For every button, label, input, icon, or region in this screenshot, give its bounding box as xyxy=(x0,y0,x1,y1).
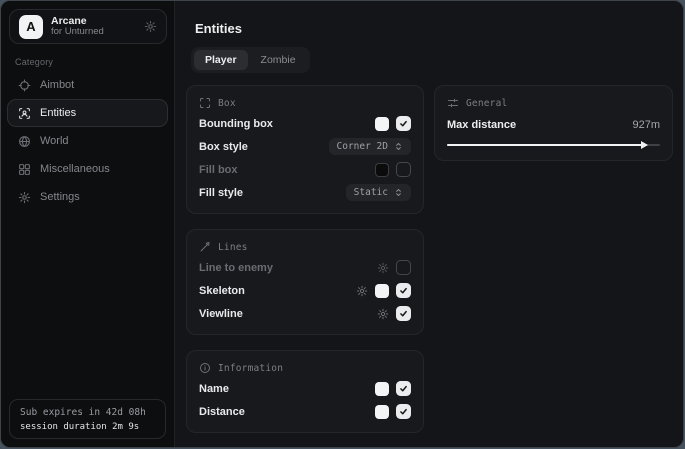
color-swatch[interactable] xyxy=(375,284,389,298)
sidebar-item-label: Settings xyxy=(40,191,80,203)
sidebar-item-settings[interactable]: Settings xyxy=(7,183,168,211)
category-label: Category xyxy=(15,57,53,67)
box-card-title: Box xyxy=(218,98,236,109)
entity-tabs: Player Zombie xyxy=(191,47,310,73)
max-distance-slider[interactable] xyxy=(447,139,660,151)
sidebar-item-label: Aimbot xyxy=(40,79,74,91)
max-distance-label: Max distance xyxy=(447,119,516,131)
row-label: Box style xyxy=(199,141,248,153)
skeleton-checkbox[interactable] xyxy=(396,283,411,298)
row-label: Skeleton xyxy=(199,285,245,297)
sidebar-item-aimbot[interactable]: Aimbot xyxy=(7,71,168,99)
right-column: General Max distance 927m xyxy=(434,85,673,161)
settings-gear-icon[interactable] xyxy=(144,20,157,33)
line-to-enemy-row: Line to enemy xyxy=(199,256,411,279)
sliders-icon xyxy=(447,97,459,109)
skeleton-row: Skeleton xyxy=(199,279,411,302)
row-label: Fill style xyxy=(199,187,243,199)
sub-expires-text: Sub expires in 42d 08h xyxy=(20,407,155,418)
session-duration-text: session duration 2m 9s xyxy=(20,422,155,432)
box-style-row: Box style Corner 2D xyxy=(199,135,411,158)
lines-card-title: Lines xyxy=(218,242,248,253)
fill-style-dropdown[interactable]: Static xyxy=(346,184,411,201)
box-card-header: Box xyxy=(199,94,411,112)
left-column: Box Bounding box Box style Cor xyxy=(186,85,424,433)
fill-box-checkbox[interactable] xyxy=(396,162,411,177)
sidebar-item-world[interactable]: World xyxy=(7,127,168,155)
viewline-row: Viewline xyxy=(199,302,411,325)
lines-card: Lines Line to enemy xyxy=(186,229,424,335)
row-label: Bounding box xyxy=(199,118,273,130)
app-tagline: for Unturned xyxy=(51,27,104,38)
bounding-box-checkbox[interactable] xyxy=(396,116,411,131)
information-card-header: Information xyxy=(199,359,411,377)
row-label: Name xyxy=(199,383,229,395)
tab-player[interactable]: Player xyxy=(194,50,248,70)
sidebar-item-entities[interactable]: Entities xyxy=(7,99,168,127)
box-style-dropdown[interactable]: Corner 2D xyxy=(329,138,411,155)
sidebar-nav: Aimbot Entities World xyxy=(7,71,168,211)
main-panel: Entities Player Zombie Box Bounding box xyxy=(175,1,683,447)
sidebar: A Arcane for Unturned Category A xyxy=(1,1,175,447)
color-swatch[interactable] xyxy=(375,117,389,131)
subscription-card: Sub expires in 42d 08h session duration … xyxy=(9,399,166,439)
app-window: A Arcane for Unturned Category A xyxy=(0,0,684,448)
globe-icon xyxy=(18,135,31,148)
row-label: Viewline xyxy=(199,308,243,320)
grid-icon xyxy=(18,163,31,176)
box-brackets-icon xyxy=(199,97,211,109)
app-logo: A xyxy=(19,15,43,39)
color-swatch[interactable] xyxy=(375,382,389,396)
color-swatch[interactable] xyxy=(375,163,389,177)
tab-zombie[interactable]: Zombie xyxy=(250,50,307,70)
color-swatch[interactable] xyxy=(375,405,389,419)
row-label: Fill box xyxy=(199,164,238,176)
page-title: Entities xyxy=(195,21,242,36)
row-settings-gear-icon[interactable] xyxy=(377,262,389,274)
general-card-header: General xyxy=(447,94,660,112)
line-to-enemy-checkbox[interactable] xyxy=(396,260,411,275)
dropdown-value: Corner 2D xyxy=(337,141,388,152)
crosshair-icon xyxy=(18,79,31,92)
fill-box-row: Fill box xyxy=(199,158,411,181)
info-icon xyxy=(199,362,211,374)
row-label: Line to enemy xyxy=(199,262,273,274)
brand-card: A Arcane for Unturned xyxy=(9,9,167,44)
slider-fill xyxy=(447,144,645,146)
bounding-box-row: Bounding box xyxy=(199,112,411,135)
name-row: Name xyxy=(199,377,411,400)
slider-thumb-icon[interactable] xyxy=(640,140,650,150)
sidebar-item-miscellaneous[interactable]: Miscellaneous xyxy=(7,155,168,183)
sidebar-item-label: Entities xyxy=(40,107,76,119)
row-settings-gear-icon[interactable] xyxy=(377,308,389,320)
fill-style-row: Fill style Static xyxy=(199,181,411,204)
viewline-checkbox[interactable] xyxy=(396,306,411,321)
information-card: Information Name Distance xyxy=(186,350,424,433)
brand-text: Arcane for Unturned xyxy=(51,15,104,38)
pencil-line-icon xyxy=(199,241,211,253)
distance-checkbox[interactable] xyxy=(396,404,411,419)
lines-card-header: Lines xyxy=(199,238,411,256)
dropdown-value: Static xyxy=(354,187,388,198)
information-card-title: Information xyxy=(218,363,283,374)
general-card-title: General xyxy=(466,98,507,109)
chevrons-up-down-icon xyxy=(394,188,403,197)
max-distance-value: 927m xyxy=(632,119,660,131)
general-card: General Max distance 927m xyxy=(434,85,673,161)
distance-row: Distance xyxy=(199,400,411,423)
row-settings-gear-icon[interactable] xyxy=(356,285,368,297)
gear-icon xyxy=(18,191,31,204)
chevrons-up-down-icon xyxy=(394,142,403,151)
sidebar-item-label: World xyxy=(40,135,69,147)
row-label: Distance xyxy=(199,406,245,418)
sidebar-item-label: Miscellaneous xyxy=(40,163,110,175)
max-distance-row: Max distance 927m xyxy=(447,119,660,131)
name-checkbox[interactable] xyxy=(396,381,411,396)
box-card: Box Bounding box Box style Cor xyxy=(186,85,424,214)
person-scan-icon xyxy=(18,107,31,120)
